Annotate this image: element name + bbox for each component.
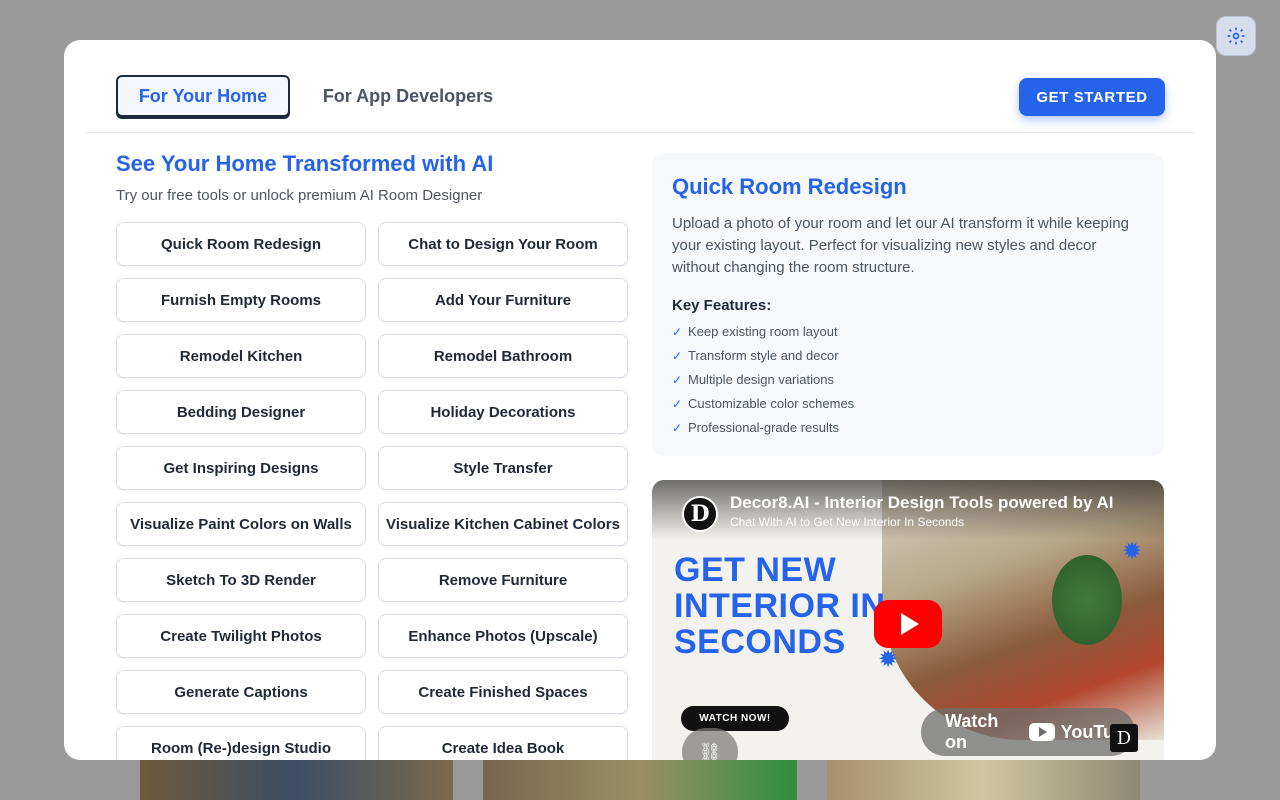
tab-bar: For Your Home For App Developers GET STA…	[85, 40, 1195, 133]
tab-for-app-developers[interactable]: For App Developers	[313, 75, 503, 117]
checkmark-icon: ✓	[672, 421, 683, 435]
tool-style-transfer[interactable]: Style Transfer	[378, 446, 628, 490]
watch-now-badge: WATCH NOW!	[681, 706, 789, 731]
copy-link-button[interactable]: ⛓	[682, 728, 738, 760]
tool-remodel-bathroom[interactable]: Remodel Bathroom	[378, 334, 628, 378]
background-tile	[483, 758, 797, 800]
get-started-button[interactable]: GET STARTED	[1019, 78, 1165, 116]
youtube-icon	[1029, 723, 1055, 741]
brand-corner-logo: D	[1110, 724, 1138, 752]
tool-remove-furniture[interactable]: Remove Furniture	[378, 558, 628, 602]
play-button[interactable]	[874, 600, 942, 648]
tool-visualize-kitchen-cabinet-colors[interactable]: Visualize Kitchen Cabinet Colors	[378, 502, 628, 546]
video-player[interactable]: GET NEW INTERIOR IN SECONDS ✹ ✹ D Decor8…	[652, 480, 1164, 760]
info-title: Quick Room Redesign	[672, 174, 907, 199]
burst-icon: ✹	[878, 646, 899, 673]
tool-grid: Quick Room Redesign Chat to Design Your …	[116, 222, 628, 760]
tool-add-your-furniture[interactable]: Add Your Furniture	[378, 278, 628, 322]
feature-item: ✓ Multiple design variations	[672, 368, 1144, 392]
feature-list: ✓ Keep existing room layout ✓ Transform st…	[672, 320, 1144, 440]
channel-logo[interactable]: D	[682, 496, 718, 532]
background-tile	[826, 758, 1140, 800]
tool-enhance-photos[interactable]: Enhance Photos (Upscale)	[378, 614, 628, 658]
tools-modal: For Your Home For App Developers GET STA…	[64, 40, 1216, 760]
video-thumbnail-plant	[1052, 555, 1122, 645]
tool-sketch-to-3d-render[interactable]: Sketch To 3D Render	[116, 558, 366, 602]
watch-on-youtube-button[interactable]: Watch on YouTube	[921, 708, 1135, 756]
tool-create-finished-spaces[interactable]: Create Finished Spaces	[378, 670, 628, 714]
thumbnail-headline: GET NEW INTERIOR IN SECONDS	[674, 551, 886, 661]
tab-for-your-home[interactable]: For Your Home	[116, 75, 290, 117]
tool-create-idea-book[interactable]: Create Idea Book	[378, 726, 628, 760]
tool-bedding-designer[interactable]: Bedding Designer	[116, 390, 366, 434]
tools-section: See Your Home Transformed with AI Try ou…	[116, 150, 628, 760]
checkmark-icon: ✓	[672, 373, 683, 387]
section-subtitle: Try our free tools or unlock premium AI …	[116, 187, 483, 204]
feature-item: ✓ Customizable color schemes	[672, 392, 1144, 416]
tool-info-card: Quick Room Redesign Upload a photo of yo…	[652, 153, 1164, 456]
background-gallery	[140, 758, 1140, 800]
info-description: Upload a photo of your room and let our …	[672, 215, 1129, 276]
watch-on-label: Watch on	[945, 711, 999, 752]
gear-icon	[1227, 27, 1245, 45]
tool-generate-captions[interactable]: Generate Captions	[116, 670, 366, 714]
tool-remodel-kitchen[interactable]: Remodel Kitchen	[116, 334, 366, 378]
link-icon: ⛓	[698, 741, 722, 761]
video-subtitle: Chat With AI to Get New Interior In Seco…	[730, 515, 965, 529]
tool-quick-room-redesign[interactable]: Quick Room Redesign	[116, 222, 366, 266]
tool-get-inspiring-designs[interactable]: Get Inspiring Designs	[116, 446, 366, 490]
tool-create-twilight-photos[interactable]: Create Twilight Photos	[116, 614, 366, 658]
tool-room-redesign-studio[interactable]: Room (Re-)design Studio	[116, 726, 366, 760]
section-title: See Your Home Transformed with AI	[116, 151, 494, 176]
feature-item: ✓ Transform style and decor	[672, 344, 1144, 368]
background-tile	[140, 758, 454, 800]
features-title: Key Features:	[672, 297, 772, 314]
tool-furnish-empty-rooms[interactable]: Furnish Empty Rooms	[116, 278, 366, 322]
video-title[interactable]: Decor8.AI - Interior Design Tools powere…	[730, 493, 1114, 513]
feature-item: ✓ Professional-grade results	[672, 416, 1144, 440]
checkmark-icon: ✓	[672, 397, 683, 411]
feature-item: ✓ Keep existing room layout	[672, 320, 1144, 344]
settings-button[interactable]	[1216, 16, 1256, 56]
checkmark-icon: ✓	[672, 325, 683, 339]
tool-visualize-paint-colors[interactable]: Visualize Paint Colors on Walls	[116, 502, 366, 546]
tool-chat-to-design[interactable]: Chat to Design Your Room	[378, 222, 628, 266]
tool-holiday-decorations[interactable]: Holiday Decorations	[378, 390, 628, 434]
burst-icon: ✹	[1122, 538, 1143, 565]
checkmark-icon: ✓	[672, 349, 683, 363]
